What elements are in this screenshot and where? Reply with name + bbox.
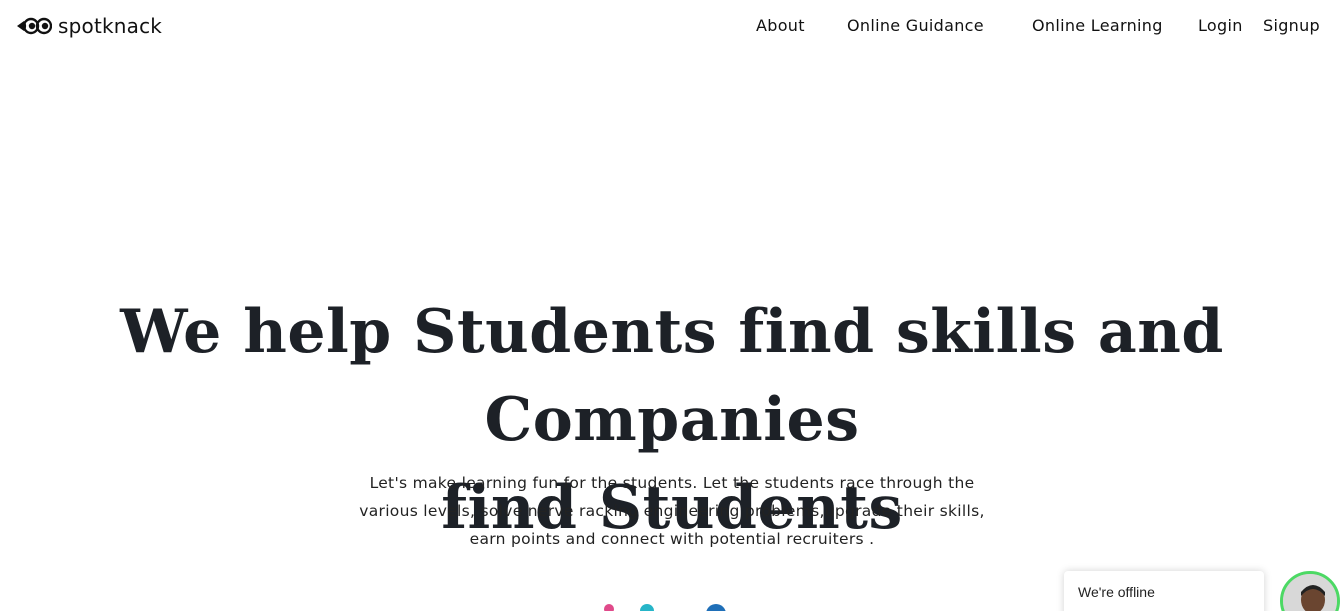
- blue-circle-icon: [706, 604, 726, 611]
- eyes-logo-icon: [17, 17, 52, 35]
- header: spotknack About Online Guidance Online L…: [0, 0, 1344, 56]
- page: spotknack About Online Guidance Online L…: [0, 0, 1344, 611]
- nav-link-signup[interactable]: Signup: [1263, 16, 1320, 35]
- nav-link-online-learning[interactable]: Online Learning: [1032, 16, 1163, 35]
- brand-name: spotknack: [58, 14, 163, 38]
- nav-link-about[interactable]: About: [756, 16, 805, 35]
- chat-agent-avatar[interactable]: [1280, 571, 1340, 611]
- logo-link[interactable]: spotknack: [16, 14, 162, 38]
- hero-subtitle-line-3: earn points and connect with potential r…: [469, 530, 875, 548]
- nav-link-online-guidance[interactable]: Online Guidance: [847, 16, 984, 35]
- hero-title-line-1: We help Students find skills and Compani…: [120, 297, 1224, 455]
- hero-subtitle: Let's make learning fun for the students…: [322, 469, 1022, 553]
- chat-status: We're offline: [1078, 584, 1155, 600]
- nav-link-login[interactable]: Login: [1198, 16, 1243, 35]
- agent-photo-icon: [1283, 574, 1337, 611]
- hero-subtitle-line-1: Let's make learning fun for the students…: [369, 474, 975, 492]
- pink-dot-icon: [604, 604, 614, 611]
- hero-subtitle-line-2: various levels, solve nerve racking engi…: [359, 502, 985, 520]
- chat-widget[interactable]: We're offline: [1064, 571, 1264, 611]
- cyan-dot-icon: [640, 604, 654, 611]
